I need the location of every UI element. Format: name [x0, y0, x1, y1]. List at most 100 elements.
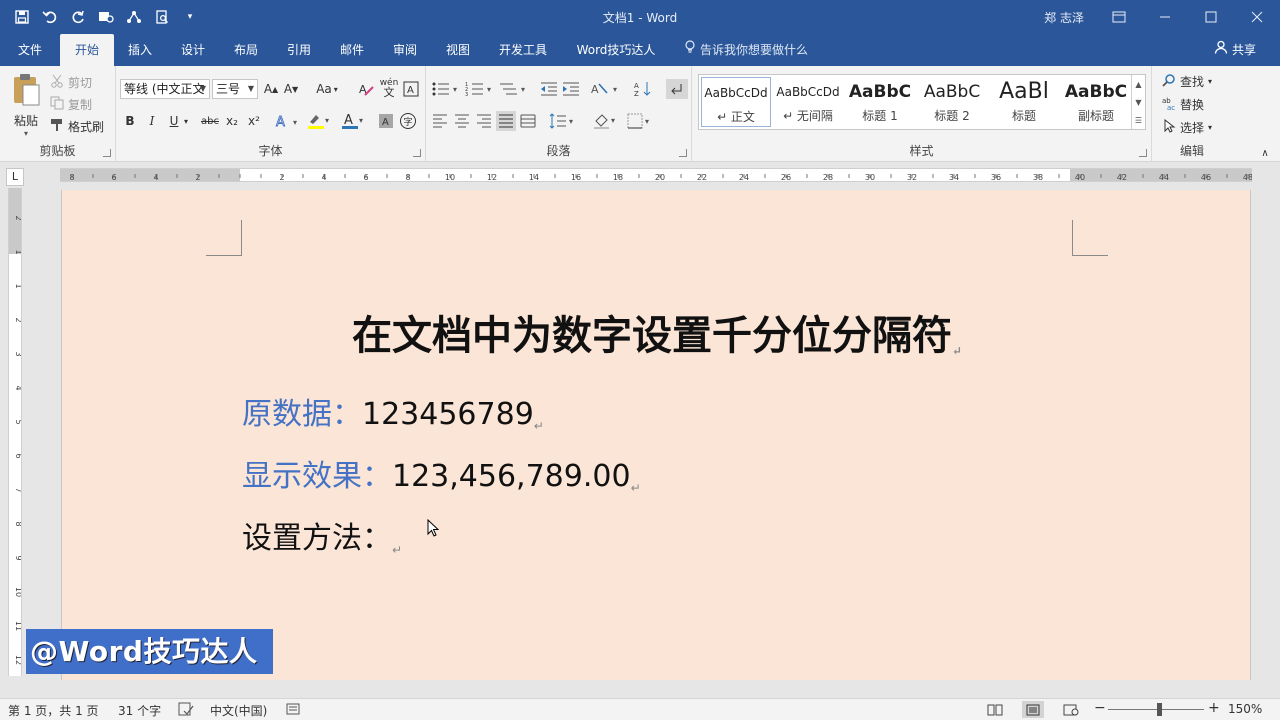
print-layout-icon[interactable]	[1022, 701, 1044, 718]
read-mode-icon[interactable]	[984, 701, 1006, 718]
collapse-ribbon-icon[interactable]: ∧	[1258, 146, 1272, 160]
tab-developer[interactable]: 开发工具	[490, 34, 556, 66]
style-heading-1[interactable]: AaBbC 标题 1	[845, 77, 915, 127]
chinese-layout-icon[interactable]: A ▾	[590, 79, 622, 99]
font-name-combo[interactable]: 等线 (中文正文 ▼	[120, 79, 210, 99]
superscript-button[interactable]: x²	[244, 111, 264, 131]
redo-icon[interactable]	[66, 6, 90, 28]
replace-button[interactable]: ab ac 替换	[1162, 94, 1204, 114]
clear-formatting-icon[interactable]: A	[356, 79, 376, 99]
tab-layout[interactable]: 布局	[222, 34, 270, 66]
copy-button[interactable]: 复制	[50, 94, 92, 114]
strikethrough-button[interactable]: abc	[198, 111, 222, 131]
style-subtitle[interactable]: AaBbC 副标题	[1061, 77, 1131, 127]
zoom-level[interactable]: 150%	[1228, 702, 1262, 716]
tab-mailings[interactable]: 邮件	[328, 34, 376, 66]
style-no-spacing[interactable]: AaBbCcDd ↵ 无间隔	[773, 77, 843, 127]
align-left-icon[interactable]	[430, 111, 450, 131]
language[interactable]: 中文(中国)	[210, 702, 267, 719]
tab-file[interactable]: 文件	[6, 34, 54, 66]
horizontal-ruler[interactable]: 8642246810121416182022242628303234363840…	[60, 168, 1252, 182]
shrink-font-icon[interactable]: A ▼	[282, 79, 300, 99]
bullets-icon[interactable]: ▾	[430, 79, 462, 99]
tab-review[interactable]: 审阅	[381, 34, 429, 66]
subscript-button[interactable]: x₂	[222, 111, 242, 131]
decrease-indent-icon[interactable]	[538, 79, 560, 99]
justify-icon[interactable]	[496, 111, 516, 131]
italic-button[interactable]: I	[142, 111, 162, 131]
tab-design[interactable]: 设计	[169, 34, 217, 66]
sort-icon[interactable]: AZ	[632, 79, 654, 99]
minimize-icon[interactable]	[1142, 0, 1188, 34]
enclose-characters-icon[interactable]: 字	[398, 111, 418, 131]
document-page[interactable]: 在文档中为数字设置千分位分隔符↵ 原数据：123456789↵ 显示效果：123…	[61, 190, 1251, 680]
borders-icon[interactable]: ▾	[626, 111, 656, 131]
clipboard-launcher-icon[interactable]	[103, 149, 111, 157]
close-icon[interactable]	[1234, 0, 1280, 34]
font-launcher-icon[interactable]	[413, 149, 421, 157]
font-size-combo[interactable]: 三号 ▼	[212, 79, 258, 99]
numbering-icon[interactable]: 1 2 3 ▾	[464, 79, 496, 99]
tab-home[interactable]: 开始	[60, 34, 114, 66]
cut-button[interactable]: 剪切	[50, 72, 92, 92]
tab-word-tips[interactable]: Word技巧达人	[566, 34, 666, 66]
highlight-color-icon[interactable]: ▾	[306, 111, 336, 131]
word-count[interactable]: 31 个字	[118, 702, 161, 719]
zoom-out-icon[interactable]: −	[1094, 700, 1106, 716]
scroll-down-icon[interactable]: ▼	[1135, 98, 1141, 107]
web-layout-icon[interactable]	[1060, 701, 1082, 718]
multilevel-list-icon[interactable]: ▾	[498, 79, 530, 99]
print-preview-icon[interactable]	[150, 6, 174, 28]
styles-launcher-icon[interactable]	[1139, 149, 1147, 157]
style-title[interactable]: AaBl 标题	[989, 77, 1059, 127]
share-icon[interactable]	[122, 6, 146, 28]
undo-icon[interactable]	[38, 6, 62, 28]
font-color-icon[interactable]: A ▾	[340, 111, 370, 131]
gallery-more-icon[interactable]: ☰	[1135, 116, 1142, 125]
tab-view[interactable]: 视图	[434, 34, 482, 66]
line-spacing-icon[interactable]: ▾	[548, 111, 578, 131]
character-shading-icon[interactable]: A	[376, 111, 396, 131]
align-right-icon[interactable]	[474, 111, 494, 131]
tab-references[interactable]: 引用	[275, 34, 323, 66]
find-button[interactable]: 查找 ▾	[1162, 71, 1212, 91]
user-name[interactable]: 郑 志泽	[1044, 9, 1084, 26]
ribbon-display-icon[interactable]	[1096, 0, 1142, 34]
customize-icon[interactable]: ▾	[178, 6, 202, 28]
proofing-icon[interactable]	[178, 702, 194, 719]
chevron-down-icon[interactable]: ▾	[180, 111, 192, 131]
shading-icon[interactable]: ▾	[592, 111, 622, 131]
paste-button[interactable]: 粘贴 ▾	[6, 72, 46, 138]
bold-button[interactable]: B	[120, 111, 140, 131]
share-button[interactable]: 共享	[1214, 34, 1256, 66]
vertical-ruler[interactable]: 2112345678910111213	[8, 188, 22, 676]
touch-mode-icon[interactable]	[94, 6, 118, 28]
scroll-up-icon[interactable]: ▲	[1135, 80, 1141, 89]
character-border-icon[interactable]: A	[402, 79, 420, 99]
align-center-icon[interactable]	[452, 111, 472, 131]
page-count[interactable]: 第 1 页，共 1 页	[8, 702, 99, 719]
text-effects-icon[interactable]: A ▾	[274, 111, 304, 131]
zoom-in-icon[interactable]: +	[1208, 700, 1220, 716]
font-group: 等线 (中文正文 ▼ 三号 ▼ A ▲ A ▼ Aa ▾ A wén 文 A B I…	[116, 66, 426, 162]
save-icon[interactable]	[10, 6, 34, 28]
tab-selector[interactable]: L	[6, 168, 24, 186]
maximize-icon[interactable]	[1188, 0, 1234, 34]
search-icon	[1162, 73, 1176, 90]
distributed-icon[interactable]	[518, 111, 538, 131]
show-formatting-marks-icon[interactable]	[666, 79, 688, 99]
style-normal[interactable]: AaBbCcDd ↵ 正文	[701, 77, 771, 127]
change-case-button[interactable]: Aa ▾	[310, 79, 344, 99]
format-painter-button[interactable]: 格式刷	[50, 116, 104, 136]
grow-font-icon[interactable]: A ▲	[262, 79, 280, 99]
tab-insert[interactable]: 插入	[116, 34, 164, 66]
increase-indent-icon[interactable]	[560, 79, 582, 99]
macro-record-icon[interactable]	[286, 702, 300, 719]
tell-me-box[interactable]: 告诉我你想要做什么	[684, 34, 808, 66]
select-button[interactable]: 选择 ▾	[1162, 117, 1212, 137]
paragraph-launcher-icon[interactable]	[679, 149, 687, 157]
svg-text:字: 字	[404, 116, 413, 128]
style-heading-2[interactable]: AaBbC 标题 2	[917, 77, 987, 127]
zoom-slider-thumb[interactable]	[1156, 703, 1162, 716]
phonetic-guide-icon[interactable]: wén 文	[378, 76, 400, 100]
